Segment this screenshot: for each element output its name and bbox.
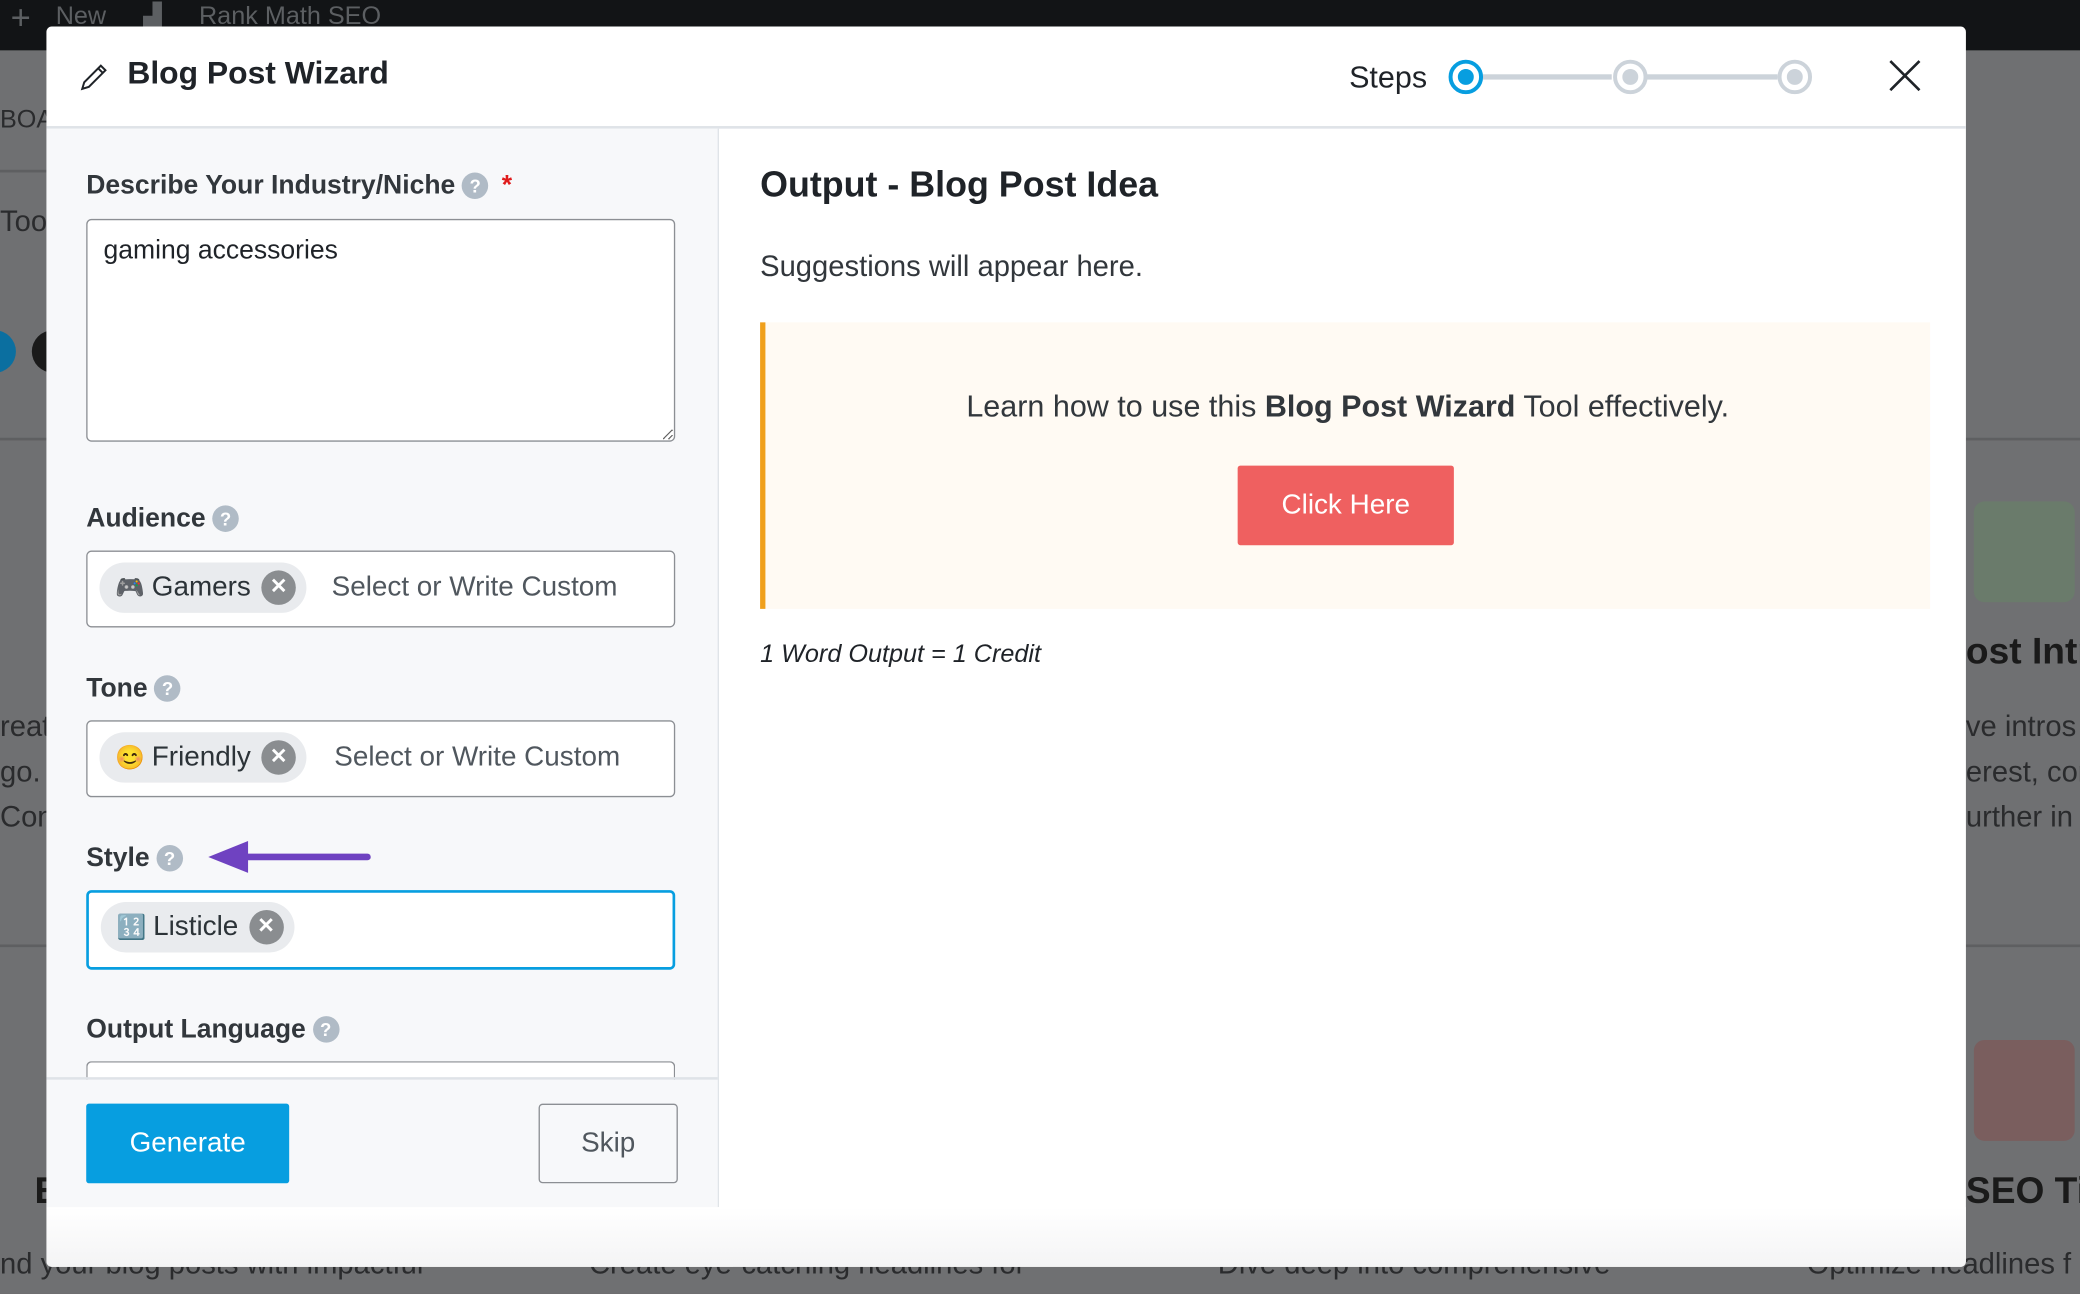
bg-text: go. [0, 754, 41, 788]
credit-note: 1 Word Output = 1 Credit [760, 640, 1041, 669]
generate-button[interactable]: Generate [86, 1103, 290, 1184]
required-mark: * [501, 171, 513, 201]
step-connector [1644, 74, 1778, 80]
bg-text: erest, cor [1965, 754, 2080, 788]
remove-chip-icon[interactable]: ✕ [261, 740, 296, 775]
bg-text: ve intros [1965, 709, 2077, 743]
style-select[interactable]: 🔢 Listicle ✕ [86, 890, 676, 970]
remove-chip-icon[interactable]: ✕ [261, 570, 296, 605]
tone-chip: 😊 Friendly ✕ [99, 732, 307, 783]
help-notice: Learn how to use this Blog Post Wizard T… [760, 322, 1931, 609]
help-icon[interactable]: ? [461, 172, 489, 199]
output-panel: Output - Blog Post Idea Suggestions will… [719, 129, 1966, 1207]
help-icon[interactable]: ? [312, 1016, 339, 1043]
audience-label: Audience? [86, 504, 239, 535]
step-connector [1479, 74, 1612, 80]
tool-icon-tile [1973, 501, 2075, 603]
bg-text: Too [0, 204, 48, 238]
audience-chip: 🎮 Gamers ✕ [99, 562, 307, 613]
skip-button[interactable]: Skip [538, 1103, 678, 1184]
output-title: Output - Blog Post Idea [760, 164, 1159, 205]
help-icon[interactable]: ? [156, 844, 183, 872]
style-chip: 🔢 Listicle ✕ [100, 902, 294, 953]
modal-header: Blog Post Wizard Steps [46, 27, 1966, 129]
blog-post-wizard-modal: Blog Post Wizard Steps Describe Your Ind… [46, 26, 1966, 1267]
style-label: Style? [86, 844, 183, 875]
plus-icon[interactable]: + [11, 0, 31, 38]
audience-select[interactable]: 🎮 Gamers ✕ Select or Write Custom [86, 550, 676, 628]
gamepad-icon: 🎮 [115, 573, 146, 601]
annotation-arrow-icon [208, 841, 371, 873]
industry-textarea[interactable] [86, 218, 676, 442]
suggestions-placeholder: Suggestions will appear here. [760, 249, 1143, 283]
smiley-icon: 😊 [115, 743, 146, 771]
bg-text: SEO Tit [1965, 1169, 2080, 1212]
input-panel: Describe Your Industry/Niche?* Audience?… [46, 128, 719, 1208]
bg-text: urther in [1965, 799, 2073, 834]
pencil-icon [80, 64, 107, 91]
numbers-icon: 🔢 [116, 913, 147, 940]
help-icon[interactable]: ? [212, 505, 239, 532]
tool-icon-tile [1973, 1039, 2075, 1141]
audience-placeholder: Select or Write Custom [331, 571, 618, 603]
bg-text: BOA [0, 106, 54, 134]
click-here-button[interactable]: Click Here [1237, 465, 1454, 546]
modal-title: Blog Post Wizard [127, 55, 389, 92]
tone-label: Tone? [86, 674, 181, 705]
language-label: Output Language? [86, 1015, 339, 1046]
industry-label: Describe Your Industry/Niche? * [86, 171, 513, 201]
step-2-indicator[interactable] [1613, 59, 1648, 95]
step-1-indicator[interactable] [1448, 59, 1484, 95]
help-icon[interactable]: ? [154, 675, 181, 702]
modal-footer-space [46, 1207, 1966, 1267]
step-3-indicator[interactable] [1777, 59, 1813, 95]
bg-text: reat [0, 709, 51, 743]
steps-label: Steps [1349, 59, 1428, 95]
remove-chip-icon[interactable]: ✕ [248, 909, 284, 945]
tone-placeholder: Select or Write Custom [334, 741, 621, 773]
tone-select[interactable]: 😊 Friendly ✕ Select or Write Custom [86, 720, 676, 798]
close-icon[interactable] [1888, 58, 1922, 92]
bg-text: ost Intro [1965, 630, 2080, 672]
notice-text: Learn how to use this Blog Post Wizard T… [966, 388, 1730, 424]
